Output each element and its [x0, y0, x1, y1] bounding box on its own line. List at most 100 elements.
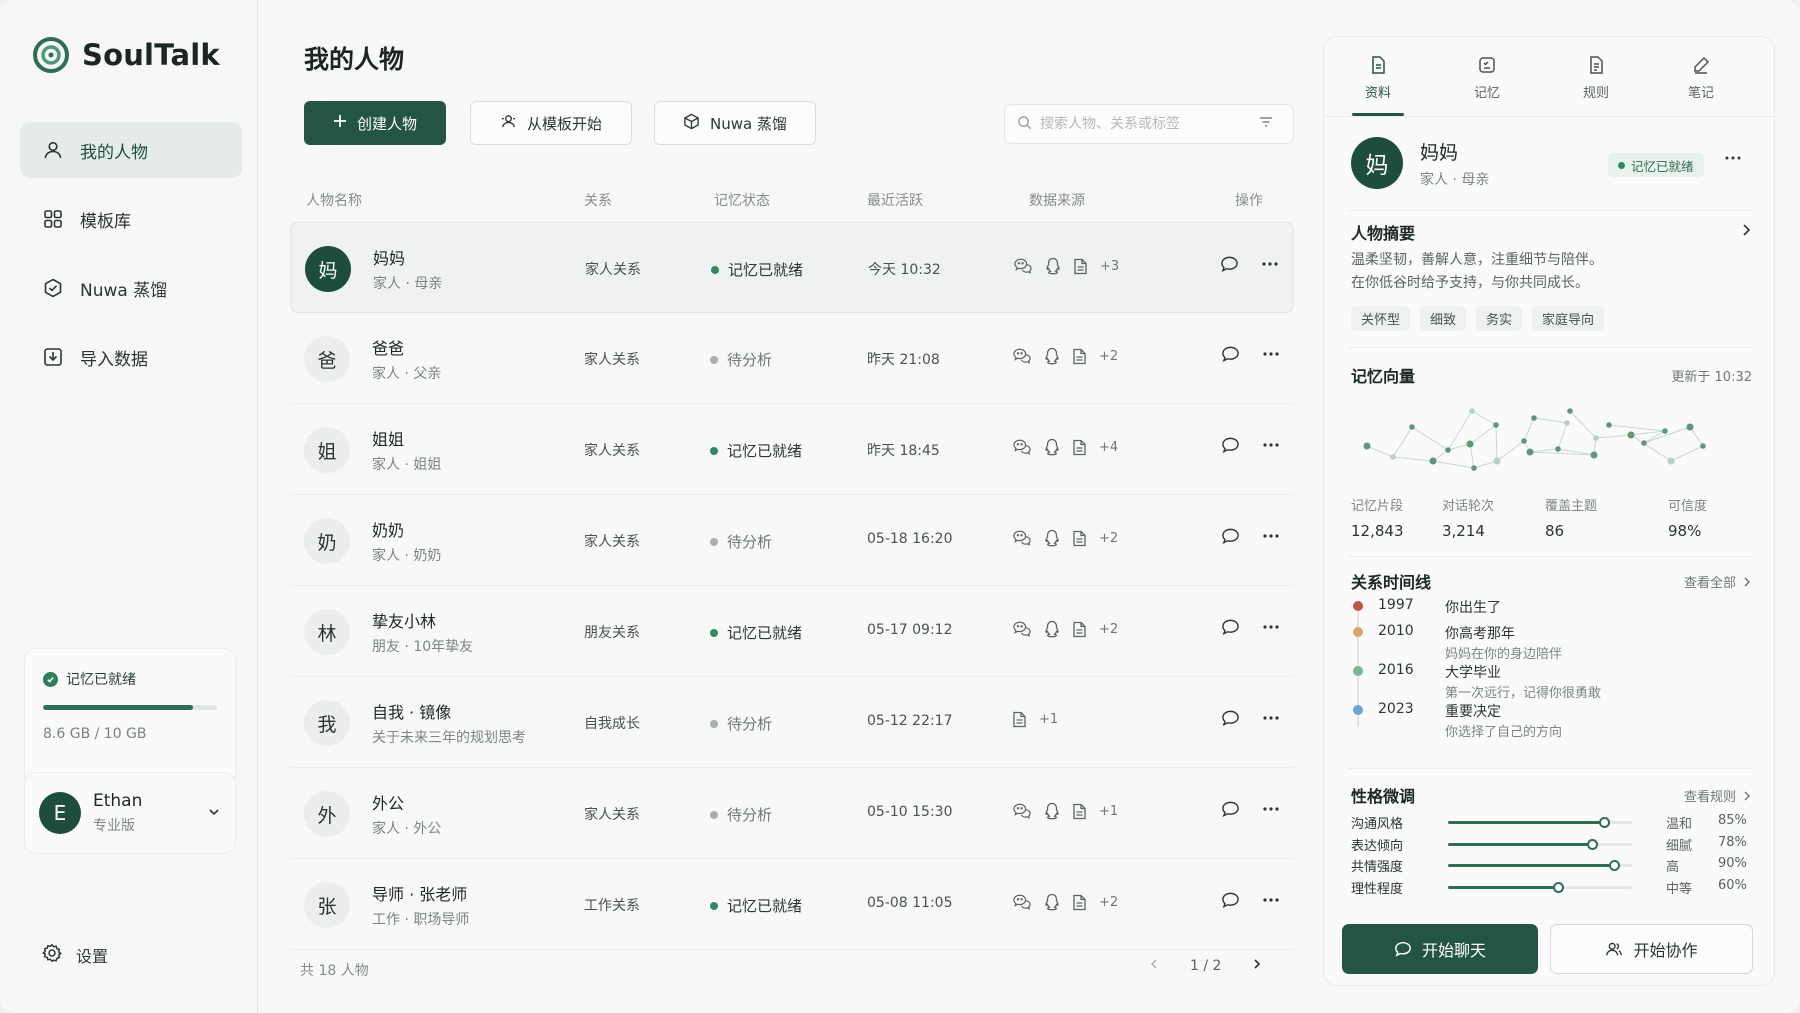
- trait-slider-handle[interactable]: [1586, 838, 1598, 850]
- qq-icon: [1044, 893, 1060, 911]
- create-character-button[interactable]: 创建人物: [304, 101, 446, 145]
- chat-icon[interactable]: [1221, 709, 1240, 727]
- row-actions: [1221, 345, 1280, 363]
- trait-slider-handle[interactable]: [1599, 817, 1611, 828]
- vector-node: [1662, 428, 1668, 434]
- detail-panel: 资料 记忆 规则 笔记 妈 妈妈 家人 · 母亲 记忆已就绪 人物摘要 温柔坚韧…: [1323, 36, 1775, 986]
- more-icon[interactable]: [1261, 255, 1279, 273]
- table-row[interactable]: 我 自我 · 镜像 关于未来三年的规划思考 自我成长 待分析 05-12 22:17 +1: [290, 677, 1294, 768]
- more-icon[interactable]: [1262, 800, 1280, 818]
- divider: [1348, 768, 1752, 769]
- table-row[interactable]: 外 外公 家人 · 外公 家人关系 待分析 05-10 15:30 +1: [290, 768, 1294, 859]
- tab-rules[interactable]: 规则: [1561, 55, 1631, 101]
- table-row[interactable]: 爸爸爸 家人 · 父亲 家人关系 待分析 昨天 21:08 +2: [290, 313, 1294, 404]
- sidebar: SoulTalk 我的人物 模板库 Nuwa 蒸馏 导入数据 记忆已就绪 8.6…: [0, 0, 258, 1013]
- chat-icon[interactable]: [1220, 255, 1239, 273]
- app-name: SoulTalk: [82, 38, 220, 72]
- stat-value: 98%: [1668, 522, 1702, 540]
- more-icon[interactable]: [1262, 345, 1280, 363]
- chevron-right-icon[interactable]: [1740, 223, 1752, 237]
- last-active: 今天 10:32: [868, 262, 941, 278]
- tab-notes[interactable]: 笔记: [1666, 55, 1736, 101]
- column-header-memory[interactable]: 记忆状态: [714, 190, 770, 210]
- tab-profile[interactable]: 资料: [1343, 55, 1413, 101]
- more-icon[interactable]: [1262, 436, 1280, 454]
- settings-link[interactable]: 设置: [42, 943, 108, 967]
- traits-view-rules-link[interactable]: 查看规则: [1684, 786, 1752, 805]
- more-icon[interactable]: [1262, 891, 1280, 909]
- filter-icon[interactable]: [1258, 114, 1274, 134]
- sidebar-item-my-characters[interactable]: 我的人物: [20, 122, 242, 178]
- user-menu[interactable]: E Ethan 专业版: [24, 772, 236, 854]
- column-header-active[interactable]: 最近活跃: [867, 190, 923, 210]
- more-icon[interactable]: [1262, 527, 1280, 545]
- status-badge-label: 记忆已就绪: [1631, 158, 1694, 174]
- link-label: 查看规则: [1683, 790, 1736, 805]
- trait-level: 中等: [1666, 881, 1693, 897]
- nuwa-distill-button[interactable]: Nuwa 蒸馏: [654, 101, 816, 145]
- stat: 对话轮次 3,214: [1434, 495, 1525, 540]
- memory-status: 记忆已就绪: [710, 440, 802, 461]
- more-icon[interactable]: [1262, 709, 1280, 727]
- rules-icon: [1561, 55, 1631, 77]
- table-row[interactable]: 奶奶奶 家人 · 奶奶 家人关系 待分析 05-18 16:20 +2: [290, 495, 1294, 586]
- table-row[interactable]: 林 挚友小林 朋友 · 10年挚友 朋友关系 记忆已就绪 05-17 09:12 +2: [290, 586, 1294, 677]
- search-input[interactable]: [1040, 116, 1250, 132]
- character-subtitle: 关于未来三年的规划思考: [372, 730, 526, 746]
- status-dot: [710, 355, 718, 364]
- relation-cell: 自我成长: [584, 716, 640, 732]
- trait-slider[interactable]: [1448, 817, 1632, 828]
- trait-slider[interactable]: [1448, 838, 1632, 850]
- character-subtitle: 家人 · 母亲: [373, 276, 443, 292]
- chat-icon[interactable]: [1221, 800, 1240, 818]
- vector-node: [1593, 435, 1599, 441]
- qq-icon: [1044, 347, 1060, 365]
- from-template-button[interactable]: 从模板开始: [470, 101, 632, 145]
- chevron-right-icon: [1744, 576, 1751, 587]
- data-sources: +3: [1013, 257, 1119, 275]
- more-icon[interactable]: [1724, 149, 1742, 171]
- last-active: 05-12 22:17: [867, 713, 953, 729]
- chat-icon[interactable]: [1221, 527, 1240, 545]
- memory-status-label: 待分析: [727, 806, 773, 824]
- table-row[interactable]: 姐姐姐 家人 · 姐姐 家人关系 记忆已就绪 昨天 18:45 +4: [290, 404, 1294, 495]
- chevron-down-icon[interactable]: [207, 804, 221, 823]
- summary-line: 温柔坚韧，善解人意，注重细节与陪伴。: [1351, 252, 1603, 268]
- trait-slider-handle[interactable]: [1608, 860, 1620, 871]
- chat-icon[interactable]: [1221, 436, 1240, 454]
- sidebar-item-templates[interactable]: 模板库: [20, 191, 242, 247]
- table-row[interactable]: 妈妈妈 家人 · 母亲 家人关系 记忆已就绪 今天 10:32 +3: [290, 222, 1294, 313]
- tab-memory[interactable]: 记忆: [1452, 55, 1522, 101]
- sidebar-item-nuwa[interactable]: Nuwa 蒸馏: [20, 260, 242, 316]
- stat: 可信度 98%: [1628, 495, 1751, 540]
- sidebar-item-import[interactable]: 导入数据: [20, 329, 242, 385]
- import-icon: [42, 346, 64, 368]
- chat-icon[interactable]: [1221, 891, 1240, 909]
- vector-node: [1493, 422, 1499, 428]
- vector-updated: 更新于 10:32: [1671, 370, 1752, 385]
- trait-slider[interactable]: [1448, 881, 1632, 893]
- timeline-view-all-link[interactable]: 查看全部: [1684, 572, 1752, 591]
- table-row[interactable]: 张 导师 · 张老师 工作 · 职场导师 工作关系 记忆已就绪 05-08 11:05 +2: [290, 859, 1294, 950]
- prev-page-icon[interactable]: [1148, 958, 1160, 974]
- data-sources: +1: [1012, 802, 1118, 820]
- trait-slider-handle[interactable]: [1553, 881, 1565, 893]
- chat-icon[interactable]: [1221, 618, 1240, 636]
- last-active: 05-18 16:20: [867, 531, 953, 547]
- more-icon[interactable]: [1262, 618, 1280, 636]
- column-header-name[interactable]: 人物名称: [306, 190, 362, 210]
- start-collab-button[interactable]: 开始协作: [1550, 924, 1753, 974]
- active-tab-indicator: [1352, 113, 1404, 116]
- timeline-year: 2023: [1378, 701, 1414, 717]
- avatar: 妈: [1351, 137, 1403, 189]
- start-chat-button[interactable]: 开始聊天: [1342, 924, 1538, 974]
- vector-link: [1557, 422, 1568, 450]
- memory-status-label: 待分析: [727, 351, 773, 369]
- next-page-icon[interactable]: [1251, 958, 1263, 974]
- chat-icon[interactable]: [1221, 345, 1240, 363]
- column-header-relation[interactable]: 关系: [584, 190, 612, 210]
- trait-slider[interactable]: [1448, 860, 1632, 871]
- vector-node: [1590, 451, 1598, 459]
- wechat-icon: [1012, 529, 1032, 547]
- column-header-source[interactable]: 数据来源: [1029, 190, 1085, 210]
